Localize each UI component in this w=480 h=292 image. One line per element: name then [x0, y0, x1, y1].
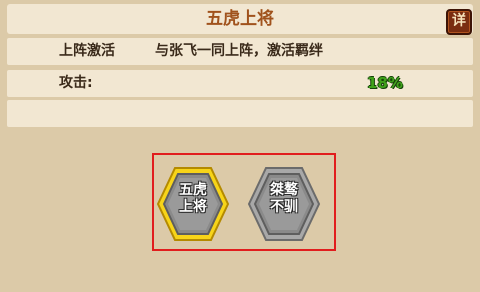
activation-row: 上阵激活 与张飞一同上阵，激活羁绊: [7, 38, 473, 65]
activation-label: 上阵激活: [59, 43, 115, 59]
title-bar: 五虎上将: [7, 4, 473, 34]
bond-label-jieao: 桀骜 不驯: [270, 182, 298, 215]
attack-row: 攻击: 18%: [7, 70, 473, 97]
activation-description: 与张飞一同上阵，激活羁绊: [155, 43, 323, 59]
attack-value: 18%: [367, 74, 403, 92]
empty-row: [7, 100, 473, 127]
panel-title: 五虎上将: [206, 9, 274, 29]
detail-button[interactable]: 详: [446, 9, 472, 35]
bond-button-wuhu[interactable]: 五虎 上将: [155, 164, 231, 244]
bond-panel: 五虎上将 详 上阵激活 与张飞一同上阵，激活羁绊 攻击: 18% 五虎 上将 桀…: [0, 0, 480, 292]
bond-label-wuhu: 五虎 上将: [179, 182, 207, 215]
attack-label: 攻击:: [59, 75, 93, 91]
bond-button-jieao[interactable]: 桀骜 不驯: [246, 164, 322, 244]
detail-button-label: 详: [452, 13, 466, 29]
